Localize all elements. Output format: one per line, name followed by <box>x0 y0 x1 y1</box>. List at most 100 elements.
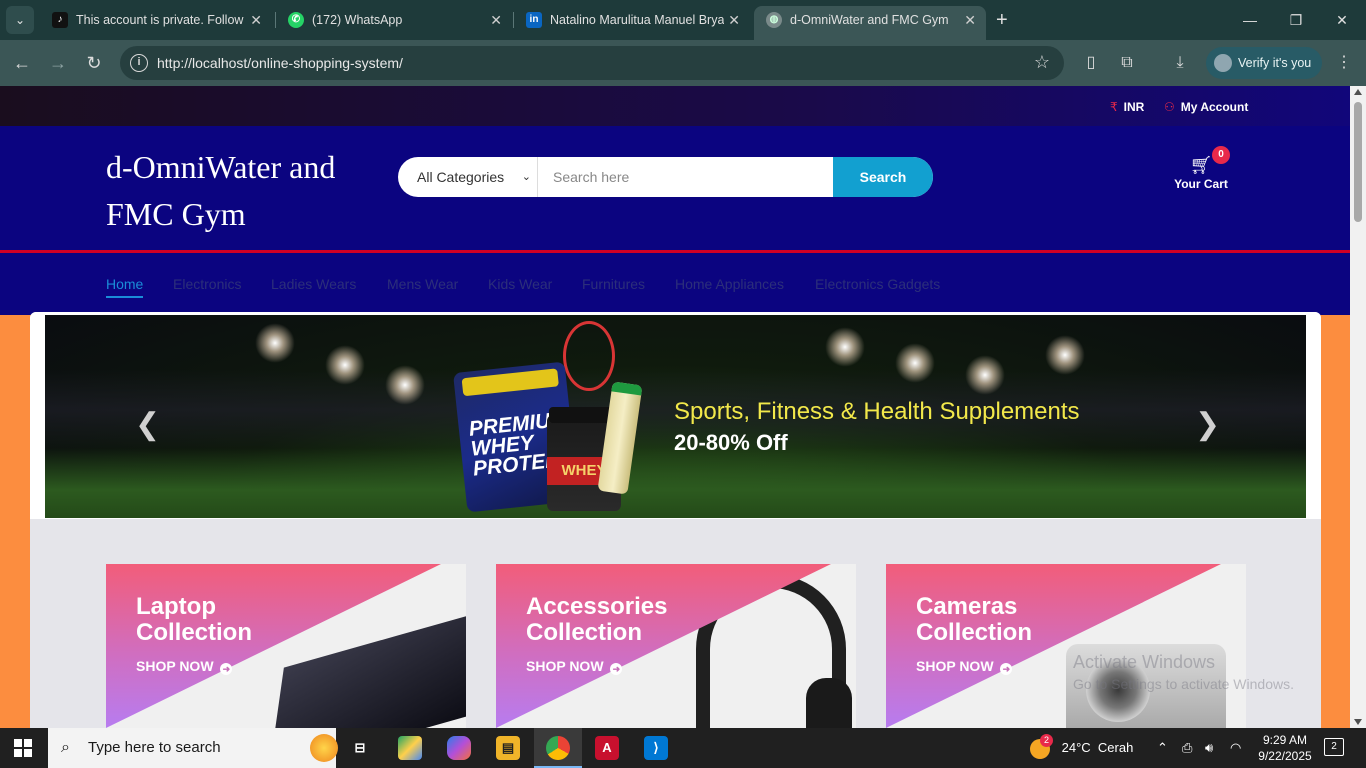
extensions-icon[interactable]: ⧉ <box>1117 53 1137 73</box>
search-input[interactable] <box>538 157 833 197</box>
cart-button[interactable]: 🛒︎ 0 Your Cart <box>1170 146 1232 192</box>
slide-title: Sports, Fitness & Health Supplements <box>674 398 1080 425</box>
hero-slider[interactable]: PREMIUM WHEY PROTEIN WHEY Sports, Fitnes… <box>45 315 1306 518</box>
stadium-light <box>385 365 425 405</box>
download-icon[interactable]: ⤓ <box>1170 53 1190 73</box>
shop-now-link[interactable]: SHOP NOW ➜ <box>526 658 623 675</box>
notification-count: 2 <box>1331 741 1337 752</box>
browser-tab-linkedin[interactable]: in Natalino Marulitua Manuel Brya ✕ <box>514 6 750 34</box>
collection-card-laptop[interactable]: Laptop Collection SHOP NOW ➜ <box>106 564 466 728</box>
close-icon[interactable]: ✕ <box>728 6 740 34</box>
tab-search-button[interactable]: ⌄ <box>6 6 34 34</box>
site-logo[interactable]: d-OmniWater and FMC Gym <box>106 144 376 238</box>
headphone-cup <box>806 678 852 728</box>
shop-now-label: SHOP NOW <box>916 658 994 674</box>
address-bar[interactable]: i http://localhost/online-shopping-syste… <box>120 46 1064 80</box>
close-icon[interactable]: ✕ <box>490 6 502 34</box>
new-tab-button[interactable]: + <box>996 8 1008 32</box>
browser-tab-whatsapp[interactable]: ✆ (172) WhatsApp ✕ <box>276 6 512 34</box>
browser-tab-active[interactable]: ◍ d-OmniWater and FMC Gym ✕ <box>754 6 986 40</box>
shop-now-link[interactable]: SHOP NOW ➜ <box>916 658 1013 675</box>
currency-link[interactable]: ₹ INR <box>1110 100 1144 114</box>
site-info-icon[interactable]: i <box>130 54 148 72</box>
taskbar-search-placeholder: Type here to search <box>88 739 221 756</box>
verify-profile-button[interactable]: Verify it's you <box>1206 47 1322 79</box>
nav-item-kids-wear[interactable]: Kids Wear <box>488 276 552 292</box>
nav-item-ladies-wears[interactable]: Ladies Wears <box>271 276 356 292</box>
arrow-circle-right-icon: ➜ <box>610 663 623 675</box>
shop-now-link[interactable]: SHOP NOW ➜ <box>136 658 233 675</box>
slider-next-arrow-icon[interactable]: ❯ <box>1195 410 1220 440</box>
nav-item-home[interactable]: Home <box>106 276 144 298</box>
google-drive-icon[interactable] <box>398 736 422 760</box>
weather-text: 24°C Cerah <box>1061 740 1134 755</box>
vscode-icon[interactable]: ⟩ <box>644 736 668 760</box>
browser-tab-tiktok[interactable]: ♪ This account is private. Follow t ✕ <box>40 6 272 34</box>
bookmark-star-icon[interactable]: ☆ <box>1034 52 1050 73</box>
category-select[interactable]: All Categories ⌄ <box>398 157 538 197</box>
notification-center-icon[interactable]: 2 <box>1324 738 1344 756</box>
collection-title-line2: Collection <box>526 619 643 646</box>
reload-button[interactable]: ↻ <box>82 51 106 75</box>
forward-button[interactable]: → <box>46 51 70 75</box>
close-icon[interactable]: ✕ <box>964 6 976 34</box>
arrow-circle-right-icon: ➜ <box>220 663 233 675</box>
linkedin-icon: in <box>526 12 542 28</box>
minimize-button[interactable]: — <box>1227 8 1273 32</box>
shop-now-label: SHOP NOW <box>136 658 214 674</box>
collection-card-cameras[interactable]: Cameras Collection SHOP NOW ➜ <box>886 564 1246 728</box>
page-viewport: ₹ INR ⚇ My Account d-OmniWater and FMC Gym… <box>0 86 1350 728</box>
nav-item-mens-wear[interactable]: Mens Wear <box>387 276 458 292</box>
restore-button[interactable]: ❐ <box>1273 8 1319 32</box>
nav-item-furnitures[interactable]: Furnitures <box>582 276 645 292</box>
task-view-icon[interactable]: ⊟ <box>348 736 372 760</box>
chevron-down-icon: ⌄ <box>521 171 531 183</box>
site-header: d-OmniWater and FMC Gym All Categories ⌄… <box>0 126 1350 250</box>
page-scrollbar[interactable] <box>1350 86 1366 728</box>
close-icon[interactable]: ✕ <box>250 6 262 34</box>
search-form: All Categories ⌄ Search <box>398 157 933 197</box>
collection-title-line1: Laptop <box>136 593 216 620</box>
system-clock[interactable]: 9:29 AM 9/22/2025 <box>1250 732 1320 764</box>
account-label: My Account <box>1180 100 1249 114</box>
acrobat-icon[interactable]: A <box>595 736 619 760</box>
volume-icon[interactable]: 🔊︎ <box>1205 728 1213 768</box>
cart-label: Your Cart <box>1174 177 1228 191</box>
tab-title: Natalino Marulitua Manuel Brya <box>550 13 724 27</box>
nav-item-electronics[interactable]: Electronics <box>173 276 241 292</box>
network-usb-icon[interactable]: ⎙ <box>1182 728 1192 768</box>
copilot-icon[interactable] <box>447 736 471 760</box>
weather-widget[interactable]: 2 24°C Cerah <box>1030 728 1133 768</box>
back-button[interactable]: ← <box>10 51 34 75</box>
collection-title-line1: Accessories <box>526 593 668 620</box>
show-hidden-icons-chevron-up-icon[interactable]: ⌃ <box>1157 728 1168 768</box>
file-explorer-icon[interactable]: ▤ <box>496 736 520 760</box>
activate-windows-watermark: Activate Windows Go to Settings to activ… <box>1073 651 1294 695</box>
scrollbar-thumb[interactable] <box>1354 102 1362 222</box>
taskbar-search-box[interactable]: ⌕ Type here to search <box>48 728 338 768</box>
menu-kebab-icon[interactable]: ⋮ <box>1334 53 1354 73</box>
category-selected: All Categories <box>417 169 505 185</box>
chrome-icon[interactable] <box>546 736 570 760</box>
close-window-button[interactable]: ✕ <box>1319 8 1365 32</box>
url-text[interactable]: http://localhost/online-shopping-system/ <box>157 55 403 71</box>
wifi-icon[interactable]: ◠ <box>1230 728 1241 768</box>
arrow-circle-right-icon: ➜ <box>1000 663 1013 675</box>
scroll-down-arrow-icon[interactable] <box>1354 719 1362 725</box>
badminton-racket-image <box>563 321 615 391</box>
windows-start-icon[interactable] <box>14 739 32 757</box>
clipboard-icon[interactable]: ▯ <box>1081 53 1101 73</box>
slider-prev-arrow-icon[interactable]: ❮ <box>135 410 160 440</box>
watermark-title: Activate Windows <box>1073 652 1216 672</box>
search-button[interactable]: Search <box>833 157 933 197</box>
collection-title-line2: Collection <box>916 619 1033 646</box>
collection-card-accessories[interactable]: Accessories Collection SHOP NOW ➜ <box>496 564 856 728</box>
scroll-up-arrow-icon[interactable] <box>1354 89 1362 95</box>
cart-count-badge: 0 <box>1212 146 1230 164</box>
whatsapp-icon: ✆ <box>288 12 304 28</box>
tab-title: d-OmniWater and FMC Gym <box>790 13 949 27</box>
stadium-light <box>255 323 295 363</box>
nav-item-home-appliances[interactable]: Home Appliances <box>675 276 784 292</box>
my-account-link[interactable]: ⚇ My Account <box>1164 100 1248 114</box>
nav-item-electronics-gadgets[interactable]: Electronics Gadgets <box>815 276 940 292</box>
